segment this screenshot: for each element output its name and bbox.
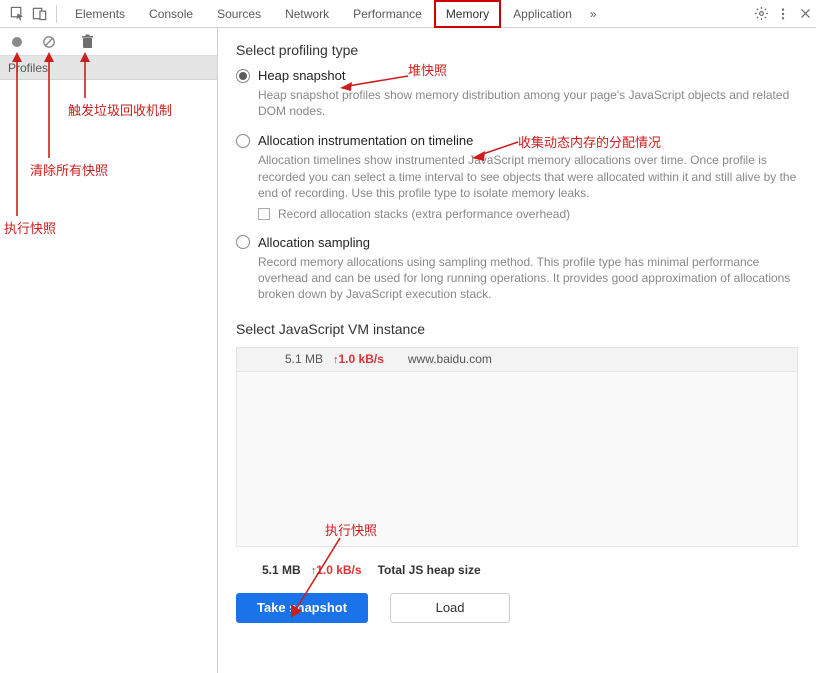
radio-alloc-sampling[interactable] bbox=[236, 235, 250, 249]
checkbox-row[interactable]: Record allocation stacks (extra performa… bbox=[258, 207, 798, 221]
load-button[interactable]: Load bbox=[390, 593, 510, 623]
devtools-tabbar: Elements Console Sources Network Perform… bbox=[0, 0, 816, 28]
tab-console[interactable]: Console bbox=[137, 0, 205, 28]
profiles-toolbar bbox=[0, 28, 217, 56]
option-desc: Allocation timelines show instrumented J… bbox=[258, 152, 798, 201]
kebab-menu-icon[interactable] bbox=[772, 3, 794, 25]
option-title: Allocation sampling bbox=[258, 235, 370, 250]
section-profiling-type: Select profiling type bbox=[236, 42, 798, 58]
vm-size: 5.1 MB bbox=[267, 352, 323, 366]
tab-performance[interactable]: Performance bbox=[341, 0, 434, 28]
footer-size: 5.1 MB bbox=[262, 563, 301, 577]
divider bbox=[56, 5, 57, 23]
tab-application[interactable]: Application bbox=[501, 0, 584, 28]
clear-button[interactable] bbox=[40, 33, 58, 51]
footer-rate: ↑1.0 kB/s bbox=[311, 563, 362, 577]
tab-more[interactable]: » bbox=[584, 0, 603, 28]
radio-heap-snapshot[interactable] bbox=[236, 69, 250, 83]
tab-memory[interactable]: Memory bbox=[434, 0, 501, 28]
vm-rate: ↑1.0 kB/s bbox=[333, 352, 384, 366]
record-button[interactable] bbox=[8, 33, 26, 51]
left-sidebar: Profiles bbox=[0, 28, 218, 673]
tab-network[interactable]: Network bbox=[273, 0, 341, 28]
section-vm-instance: Select JavaScript VM instance bbox=[236, 321, 798, 337]
footer-stats: 5.1 MB ↑1.0 kB/s Total JS heap size bbox=[236, 555, 798, 585]
profiles-header[interactable]: Profiles bbox=[0, 56, 217, 80]
checkbox-record-stacks[interactable] bbox=[258, 208, 270, 220]
tab-elements[interactable]: Elements bbox=[63, 0, 137, 28]
checkbox-label: Record allocation stacks (extra performa… bbox=[278, 207, 570, 221]
buttons-bar: Take snapshot Load bbox=[236, 593, 798, 623]
vm-instance-row[interactable]: 5.1 MB ↑1.0 kB/s www.baidu.com bbox=[237, 348, 797, 372]
devtools-window: Elements Console Sources Network Perform… bbox=[0, 0, 816, 673]
tab-sources[interactable]: Sources bbox=[205, 0, 273, 28]
take-snapshot-button[interactable]: Take snapshot bbox=[236, 593, 368, 623]
option-heap-snapshot[interactable]: Heap snapshot Heap snapshot profiles sho… bbox=[236, 68, 798, 119]
vm-instance-list: 5.1 MB ↑1.0 kB/s www.baidu.com bbox=[236, 347, 798, 547]
option-alloc-sampling[interactable]: Allocation sampling Record memory alloca… bbox=[236, 235, 798, 303]
gc-button[interactable] bbox=[78, 33, 96, 51]
inspect-element-icon[interactable] bbox=[6, 3, 28, 25]
option-desc: Record memory allocations using sampling… bbox=[258, 254, 798, 303]
panel-body: Profiles Select profiling type Heap snap… bbox=[0, 28, 816, 673]
device-toggle-icon[interactable] bbox=[28, 3, 50, 25]
option-desc: Heap snapshot profiles show memory distr… bbox=[258, 87, 798, 119]
option-alloc-timeline[interactable]: Allocation instrumentation on timeline A… bbox=[236, 133, 798, 221]
option-title: Allocation instrumentation on timeline bbox=[258, 133, 473, 148]
vm-host: www.baidu.com bbox=[408, 352, 492, 366]
footer-label: Total JS heap size bbox=[378, 563, 481, 577]
radio-alloc-timeline[interactable] bbox=[236, 134, 250, 148]
settings-icon[interactable] bbox=[750, 3, 772, 25]
close-icon[interactable] bbox=[794, 3, 816, 25]
memory-panel: Select profiling type Heap snapshot Heap… bbox=[218, 28, 816, 673]
option-title: Heap snapshot bbox=[258, 68, 345, 83]
